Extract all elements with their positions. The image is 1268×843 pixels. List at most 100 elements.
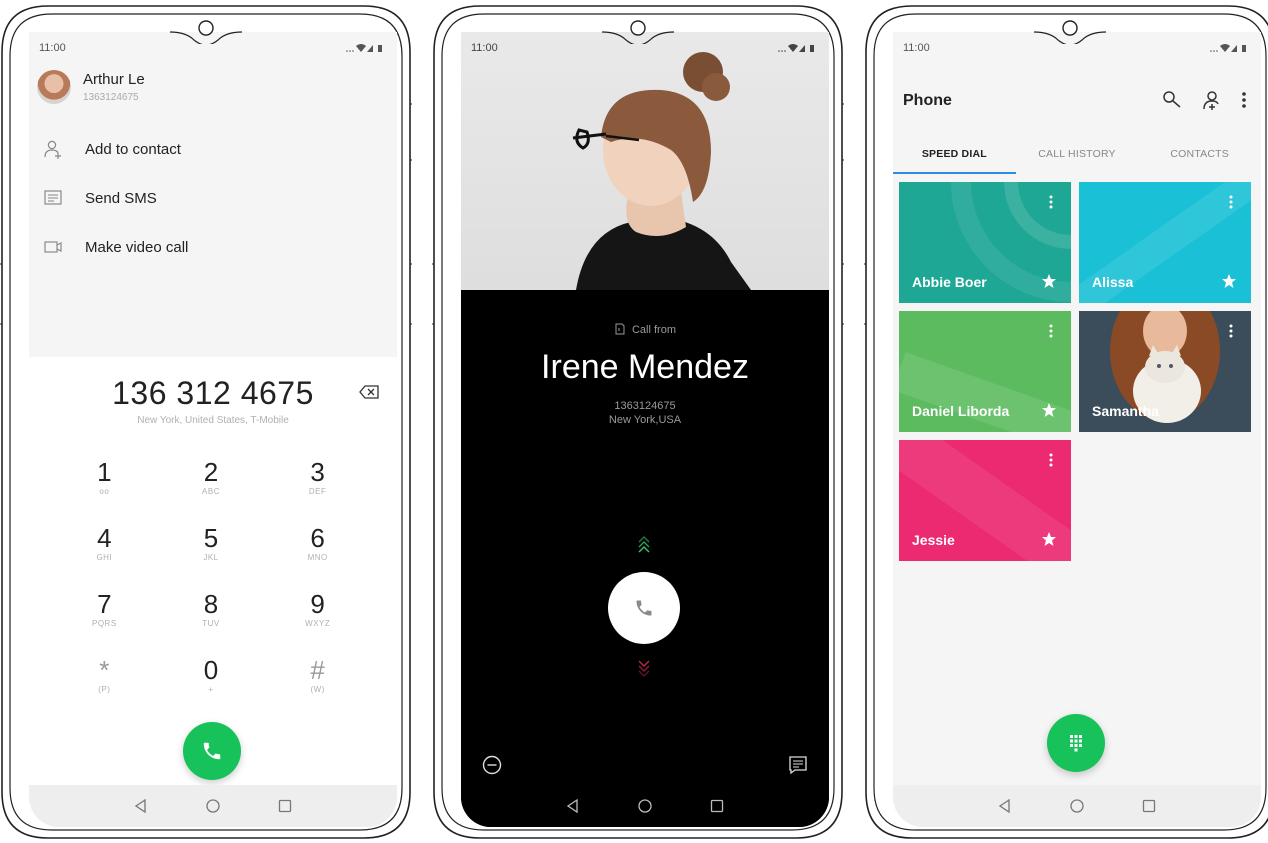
- more-options-icon[interactable]: [1241, 89, 1247, 111]
- key-digit: 1: [97, 457, 112, 487]
- sim-icon: [615, 323, 625, 335]
- recents-icon[interactable]: [1141, 798, 1157, 814]
- contact-name: Arthur Le: [83, 71, 145, 88]
- tile-name: Daniel Liborda: [912, 403, 1010, 419]
- tile-more-icon[interactable]: [1229, 323, 1233, 339]
- call-from-label: Call from: [461, 323, 829, 336]
- star-icon[interactable]: [1041, 402, 1057, 418]
- tab-bar: SPEED DIAL CALL HISTORY CONTACTS: [893, 140, 1261, 174]
- home-icon[interactable]: [1069, 798, 1085, 814]
- call-from-text: Call from: [631, 324, 676, 336]
- signal-battery-icon: [778, 44, 814, 52]
- key-digit: #: [310, 655, 325, 685]
- back-icon[interactable]: [133, 798, 149, 814]
- key-digit: 2: [203, 457, 219, 487]
- key-star[interactable]: * (P): [51, 655, 158, 703]
- key-9[interactable]: 9 WXYZ: [264, 589, 371, 637]
- avatar: [37, 70, 71, 104]
- notch: [602, 20, 674, 44]
- phone-incoming-call: 11:00 Call from Irene Mendez 1363124675 …: [432, 4, 844, 840]
- back-icon[interactable]: [565, 798, 581, 814]
- tile-more-icon[interactable]: [1229, 194, 1233, 210]
- dialpad-button[interactable]: [1047, 714, 1105, 772]
- nav-bar: [29, 785, 397, 827]
- key-letters: oo: [99, 487, 110, 496]
- key-5[interactable]: 5 JKL: [158, 523, 265, 571]
- screen: 11:00 Phone SPEED DIAL CALL HISTORY CONT…: [893, 32, 1261, 827]
- speed-dial-tile[interactable]: Alissa: [1079, 182, 1251, 303]
- message-icon: [44, 190, 62, 205]
- decline-icon[interactable]: [481, 754, 503, 776]
- speed-dial-tile[interactable]: Jessie: [899, 440, 1071, 561]
- key-7[interactable]: 7 PQRS: [51, 589, 158, 637]
- add-contact-icon[interactable]: [1201, 89, 1223, 111]
- swipe-down-icon: [638, 660, 650, 677]
- video-icon: [44, 241, 62, 253]
- speed-dial-tile[interactable]: Samantha: [1079, 311, 1251, 432]
- phone-speed-dial: 11:00 Phone SPEED DIAL CALL HISTORY CONT…: [864, 4, 1268, 840]
- key-digit: 0: [203, 655, 219, 685]
- backspace-icon[interactable]: [359, 385, 379, 399]
- home-icon[interactable]: [205, 798, 221, 814]
- add-to-contact-item[interactable]: Add to contact: [43, 139, 181, 159]
- tile-name: Alissa: [1092, 274, 1134, 290]
- key-letters: WXYZ: [305, 619, 331, 628]
- tab-call-history[interactable]: CALL HISTORY: [1016, 140, 1139, 174]
- tab-speed-dial[interactable]: SPEED DIAL: [893, 140, 1016, 174]
- key-3[interactable]: 3 DEF: [264, 457, 371, 505]
- speed-dial-tile[interactable]: Abbie Boer: [899, 182, 1071, 303]
- reply-message-icon[interactable]: [787, 754, 809, 776]
- caller-details: 1363124675 New York,USA: [461, 399, 829, 427]
- caller-portrait: [572, 52, 751, 290]
- back-icon[interactable]: [997, 798, 1013, 814]
- key-letters: TUV: [202, 619, 220, 628]
- recent-contact[interactable]: Arthur Le 1363124675: [37, 70, 145, 104]
- speed-dial-tile[interactable]: Daniel Liborda: [899, 311, 1071, 432]
- key-letters: JKL: [203, 553, 219, 562]
- home-icon[interactable]: [637, 798, 653, 814]
- page-title: Phone: [903, 92, 952, 109]
- key-digit: 9: [310, 589, 325, 619]
- tile-more-icon[interactable]: [1049, 323, 1053, 339]
- key-digit: 3: [310, 457, 325, 487]
- key-8[interactable]: 8 TUV: [158, 589, 265, 637]
- key-6[interactable]: 6 MNO: [264, 523, 371, 571]
- star-icon[interactable]: [1041, 273, 1057, 289]
- send-sms-item[interactable]: Send SMS: [43, 188, 157, 208]
- call-button[interactable]: [183, 722, 241, 780]
- key-letters: (W): [310, 685, 325, 694]
- key-0[interactable]: 0 +: [158, 655, 265, 703]
- key-1[interactable]: 1 oo: [51, 457, 158, 505]
- tile-more-icon[interactable]: [1049, 194, 1053, 210]
- nav-bar: [461, 785, 829, 827]
- key-digit: 6: [310, 523, 325, 553]
- signal-battery-icon: [1210, 44, 1246, 52]
- key-2[interactable]: 2 ABC: [158, 457, 265, 505]
- tab-contacts[interactable]: CONTACTS: [1138, 140, 1261, 174]
- menu-label: Send SMS: [85, 189, 157, 207]
- star-icon[interactable]: [1221, 273, 1237, 289]
- status-time: 11:00: [471, 42, 498, 54]
- key-digit: *: [99, 655, 110, 685]
- video-call-item[interactable]: Make video call: [43, 237, 188, 257]
- signal-icons: [1209, 43, 1249, 53]
- key-digit: 7: [97, 589, 112, 619]
- answer-button[interactable]: [608, 572, 680, 644]
- screen: 11:00 Call from Irene Mendez 1363124675 …: [461, 32, 829, 827]
- caller-photo: [461, 32, 829, 290]
- add-contact-icon: [44, 140, 61, 159]
- key-letters: MNO: [307, 553, 328, 562]
- recents-icon[interactable]: [277, 798, 293, 814]
- star-icon[interactable]: [1041, 531, 1057, 547]
- number-location: New York, United States, T-Mobile: [137, 415, 289, 426]
- recents-icon[interactable]: [709, 798, 725, 814]
- tile-more-icon[interactable]: [1049, 452, 1053, 468]
- caller-number: 1363124675: [614, 400, 676, 412]
- key-hash[interactable]: # (W): [264, 655, 371, 703]
- signal-icons: [345, 43, 385, 53]
- contact-number: 1363124675: [83, 92, 139, 103]
- dialed-number[interactable]: 136 312 4675: [29, 375, 397, 412]
- key-letters: GHI: [96, 553, 113, 562]
- key-4[interactable]: 4 GHI: [51, 523, 158, 571]
- search-icon[interactable]: [1161, 89, 1183, 111]
